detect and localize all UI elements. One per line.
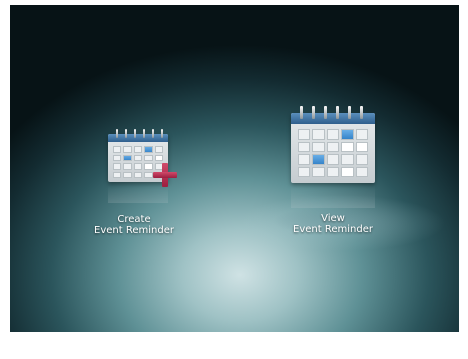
create-event-reminder-button[interactable]: Create Event Reminder xyxy=(74,129,194,241)
create-label-line2: Event Reminder xyxy=(94,225,174,236)
calendar-icon xyxy=(291,106,375,188)
calendar-add-icon xyxy=(108,129,177,189)
create-label-line1: Create xyxy=(117,214,151,225)
app-frame: Create Event Reminder View Event Reminde… xyxy=(0,0,468,359)
icon-reflection xyxy=(108,185,168,203)
view-label-line2: Event Reminder xyxy=(293,224,373,235)
view-event-reminder-button[interactable]: View Event Reminder xyxy=(273,106,393,241)
icon-reflection xyxy=(291,184,375,208)
menu-screen: Create Event Reminder View Event Reminde… xyxy=(10,5,459,332)
view-label-line1: View xyxy=(321,213,345,224)
